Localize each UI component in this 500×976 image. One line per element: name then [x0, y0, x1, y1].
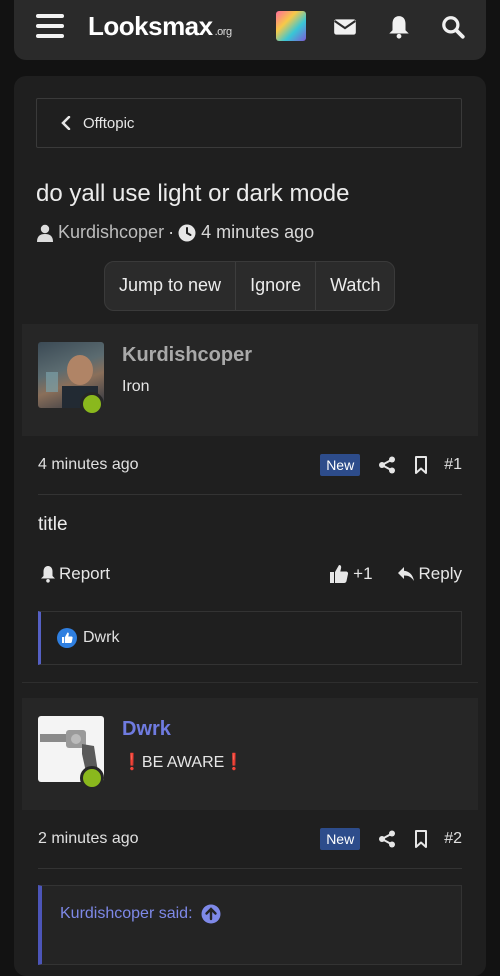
reactions-bar[interactable]: Dwrk	[38, 611, 462, 665]
user-icon	[37, 224, 53, 242]
divider	[38, 494, 462, 495]
post-1-meta: 4 minutes ago New #1	[38, 450, 462, 480]
post-1-number[interactable]: #1	[444, 456, 462, 474]
top-nav-bar: Looksmax .org	[14, 0, 486, 60]
reply-icon[interactable]	[397, 566, 415, 582]
bookmark-icon[interactable]	[414, 830, 428, 848]
post-2-user-title: ❗BE AWARE❗	[122, 754, 245, 771]
search-icon[interactable]	[440, 14, 466, 40]
site-logo[interactable]: Looksmax .org	[88, 11, 232, 42]
exclamation-icon: ❗	[122, 754, 142, 771]
reaction-user[interactable]: Dwrk	[83, 629, 119, 647]
breadcrumb-label: Offtopic	[83, 114, 135, 132]
clock-icon	[178, 224, 196, 241]
reply-button[interactable]: Reply	[419, 564, 462, 584]
post-2-number[interactable]: #2	[444, 830, 462, 848]
share-icon[interactable]	[378, 456, 396, 474]
bell-icon	[41, 566, 55, 583]
thread-meta: Kurdishcoper · 4 minutes ago	[36, 222, 314, 243]
user-avatar[interactable]	[276, 11, 306, 41]
watch-button[interactable]: Watch	[316, 262, 394, 310]
jump-to-new-button[interactable]: Jump to new	[105, 262, 237, 310]
thread-action-group: Jump to new Ignore Watch	[104, 261, 396, 311]
thread-author[interactable]: Kurdishcoper	[58, 222, 164, 243]
arrow-up-circle-icon[interactable]	[201, 904, 221, 924]
envelope-icon[interactable]	[332, 14, 358, 40]
online-status-indicator	[80, 392, 104, 416]
report-button[interactable]: Report	[59, 564, 110, 584]
bookmark-icon[interactable]	[414, 456, 428, 474]
thumbs-up-icon[interactable]	[329, 564, 349, 584]
online-status-indicator	[80, 766, 104, 790]
user-block-pointer	[52, 422, 80, 436]
quote-header[interactable]: Kurdishcoper said:	[60, 904, 221, 924]
post-1-actions: Report +1 Reply	[40, 564, 462, 584]
post-1-time[interactable]: 4 minutes ago	[38, 456, 320, 474]
post-1-body: title	[38, 514, 68, 535]
post-2-user-block: Dwrk ❗BE AWARE❗	[22, 698, 478, 810]
post-divider	[22, 682, 478, 683]
thread-title: do yall use light or dark mode	[36, 180, 350, 207]
quote-author[interactable]: Kurdishcoper said:	[60, 905, 193, 923]
post-1-username[interactable]: Kurdishcoper	[122, 344, 252, 367]
exclamation-icon: ❗	[224, 754, 245, 771]
post-2-meta: 2 minutes ago New #2	[38, 824, 462, 854]
post-2-username[interactable]: Dwrk	[122, 718, 171, 741]
share-icon[interactable]	[378, 830, 396, 848]
quote-block: Kurdishcoper said:	[38, 885, 462, 965]
user-block-pointer	[52, 796, 80, 810]
thread-card: Offtopic do yall use light or dark mode …	[14, 76, 486, 976]
thread-time[interactable]: 4 minutes ago	[201, 222, 314, 243]
breadcrumb[interactable]: Offtopic	[36, 98, 462, 148]
meta-separator: ·	[168, 222, 175, 242]
like-reaction-icon	[57, 628, 77, 648]
chevron-left-icon	[61, 116, 71, 130]
post-1-user-block: Kurdishcoper Iron	[22, 324, 478, 436]
new-badge: New	[320, 828, 361, 850]
post-2-time[interactable]: 2 minutes ago	[38, 830, 320, 848]
bell-icon[interactable]	[386, 14, 412, 40]
post-1-user-title: Iron	[122, 378, 150, 395]
ignore-button[interactable]: Ignore	[236, 262, 317, 310]
like-count[interactable]: +1	[353, 564, 372, 584]
menu-icon[interactable]	[36, 14, 64, 38]
divider	[38, 868, 462, 869]
new-badge: New	[320, 454, 361, 476]
